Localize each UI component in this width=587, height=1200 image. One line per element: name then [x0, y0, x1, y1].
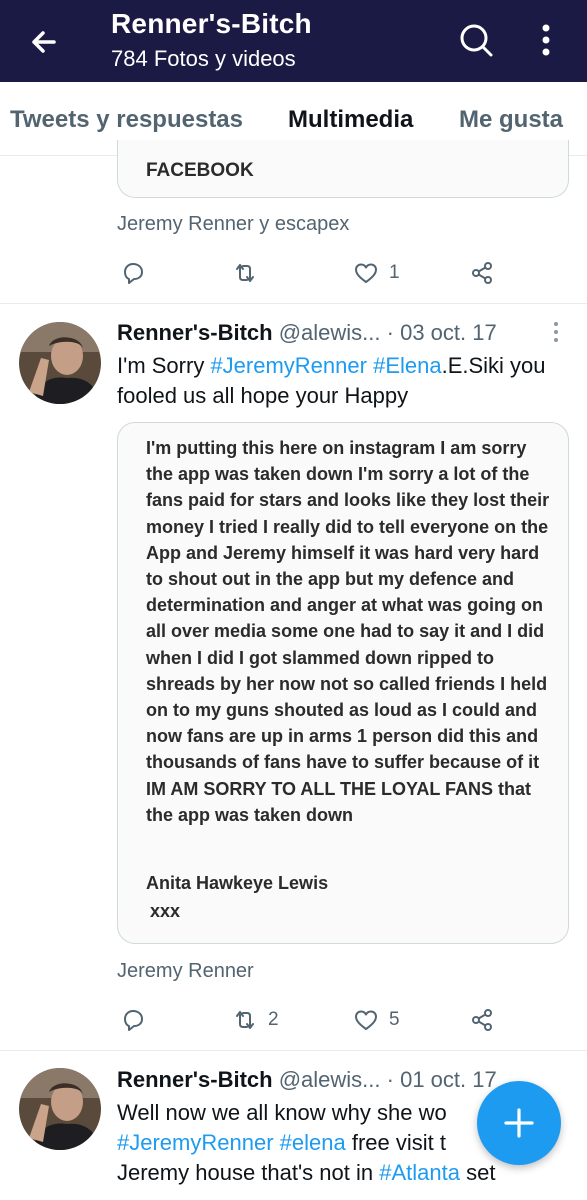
tweet-actions: 1 [117, 255, 537, 291]
tweet-text-part: I'm Sorry [117, 353, 211, 378]
media-count: 784 Fotos y videos [111, 46, 296, 71]
tweet-divider [0, 1050, 587, 1051]
tweet-actions: 2 5 [117, 1002, 537, 1038]
tweet-text: I'm Sorry #JeremyRenner #Elena.E.Siki yo… [117, 351, 557, 411]
tweet-header: Renner's-Bitch @alewis... · 03 oct. 17 [117, 320, 547, 346]
like-icon [355, 1010, 377, 1030]
tab-likes[interactable]: Me gusta [459, 106, 563, 134]
avatar[interactable] [19, 322, 101, 404]
signature-name: Anita Hawkeye Lewis [146, 873, 329, 893]
tweet-author-name[interactable]: Renner's-Bitch [117, 320, 273, 345]
hashtag-link[interactable]: #Elena [373, 353, 442, 378]
like-icon [355, 263, 377, 283]
hashtag-link[interactable]: #JeremyRenner [210, 353, 367, 378]
tab-tweets-and-replies[interactable]: Tweets y respuestas [10, 106, 243, 134]
card-text: FACEBOOK [146, 160, 254, 181]
tweet-author-handle[interactable]: @alewis... [279, 1067, 381, 1092]
tweet-date[interactable]: · 03 oct. 17 [387, 320, 497, 345]
reply-icon [124, 263, 143, 284]
profile-header: Renner's-Bitch 784 Fotos y videos [0, 0, 587, 82]
quoted-image-card[interactable]: FACEBOOK [117, 140, 569, 198]
avatar[interactable] [19, 1068, 101, 1150]
tweet-header: Renner's-Bitch @alewis... · 01 oct. 17 [117, 1067, 547, 1093]
tweet-text-part: Jeremy house that's not in [117, 1160, 380, 1185]
compose-button[interactable] [477, 1081, 561, 1165]
tweet-date[interactable]: · 01 oct. 17 [387, 1067, 497, 1092]
retweet-icon [236, 264, 254, 282]
tweet-author-name[interactable]: Renner's-Bitch [117, 1067, 273, 1092]
reply-button[interactable] [120, 1002, 146, 1038]
tagged-users[interactable]: Jeremy Renner y escapex [117, 213, 349, 236]
tagged-users[interactable]: Jeremy Renner [117, 960, 254, 983]
like-button[interactable]: 5 [353, 1002, 400, 1038]
tweet-text-part: free visit t [345, 1130, 446, 1155]
retweet-icon [236, 1011, 254, 1029]
compose-plus-icon [504, 1108, 534, 1138]
like-count: 1 [389, 262, 400, 283]
hashtag-link[interactable]: #JeremyRenner [117, 1130, 274, 1155]
reply-icon [124, 1010, 143, 1031]
hashtag-link[interactable]: #Atlanta [379, 1160, 460, 1185]
reply-button[interactable] [120, 255, 146, 291]
search-icon[interactable] [456, 20, 496, 60]
image-note-signature: Anita Hawkeye Lewis xxx [146, 869, 328, 925]
tweet-image[interactable]: I'm putting this here on instagram I am … [117, 422, 569, 944]
share-button[interactable] [469, 1002, 495, 1038]
tweet-author-handle[interactable]: @alewis... [279, 320, 381, 345]
profile-title: Renner's-Bitch [111, 8, 312, 39]
more-vertical-icon[interactable] [534, 20, 558, 60]
share-button[interactable] [469, 255, 495, 291]
signature-kisses: xxx [150, 901, 181, 921]
retweet-count: 2 [268, 1009, 279, 1030]
tab-media[interactable]: Multimedia [288, 106, 413, 134]
retweet-button[interactable]: 2 [232, 1002, 279, 1038]
retweet-button[interactable] [232, 255, 258, 291]
like-count: 5 [389, 1009, 400, 1030]
like-button[interactable]: 1 [353, 255, 400, 291]
share-icon [472, 1009, 492, 1031]
share-icon [472, 262, 492, 284]
tweet-divider [0, 303, 587, 304]
tweet-more-icon[interactable] [552, 320, 560, 344]
image-note-text: I'm putting this here on instagram I am … [146, 438, 550, 825]
tweet-text-part: set [459, 1160, 496, 1185]
hashtag-link[interactable]: #elena [280, 1130, 346, 1155]
back-arrow-icon[interactable] [24, 22, 64, 62]
